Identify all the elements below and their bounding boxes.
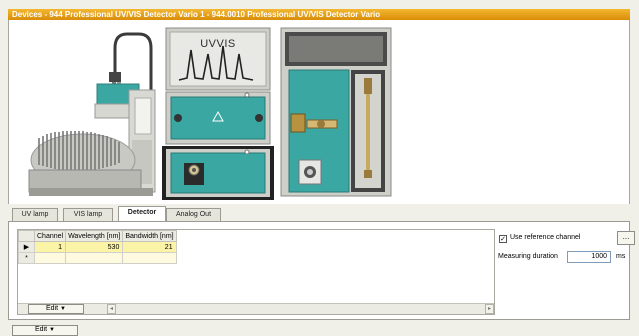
row-selector-new[interactable]: * [18,252,35,264]
table-header-row: Channel Wavelength [nm] Bandwidth [nm] [18,230,177,242]
table-row[interactable]: ▶ 1 530 21 [18,241,177,253]
cell-channel[interactable] [33,252,67,264]
cell-bandwidth[interactable]: 21 [122,241,177,253]
scroll-right-button[interactable]: ▸ [485,304,494,314]
column-header-bandwidth[interactable]: Bandwidth [nm] [122,230,177,242]
device-illustration [28,27,392,200]
use-reference-label: Use reference channel [510,234,581,241]
sample-changer [28,32,156,196]
column-header-wavelength[interactable]: Wavelength [nm] [65,230,124,242]
measuring-duration-label: Measuring duration [498,253,558,260]
cell-wavelength[interactable]: 530 [65,241,124,253]
row-selector-current[interactable]: ▶ [18,241,35,253]
dropdown-arrow-icon: ▼ [60,306,66,312]
tab-detector[interactable]: Detector [118,206,166,221]
tab-analog-out[interactable]: Analog Out [166,208,221,221]
channel-grid: Channel Wavelength [nm] Bandwidth [nm] ▶… [17,229,495,315]
measuring-duration-unit: ms [616,253,626,260]
uvvis-label: UVVIS [200,38,236,50]
detector-module [162,146,274,200]
column-header-channel[interactable]: Channel [33,230,67,242]
channel-table: Channel Wavelength [nm] Bandwidth [nm] ▶… [18,230,177,264]
footer-edit-label: Edit [34,326,48,333]
cell-channel[interactable]: 1 [33,241,67,253]
cell-wavelength[interactable] [65,252,124,264]
measuring-duration-input[interactable]: 1000 [567,251,611,263]
use-reference-checkbox[interactable]: ✓ [499,235,507,243]
grid-toolbar: Edit ▼ ◂ ▸ [18,303,494,314]
lamp-module [165,91,271,145]
flowcell-compartment [280,27,392,197]
device-canvas: UVVIS [8,20,630,204]
tab-uv-lamp[interactable]: UV lamp [12,208,58,221]
dropdown-arrow-icon: ▼ [49,327,55,333]
scroll-left-button[interactable]: ◂ [107,304,116,314]
row-header-corner [18,230,35,242]
more-options-button[interactable]: ... [617,231,635,245]
grid-edit-label: Edit [45,305,59,312]
table-row-new[interactable]: * [18,252,177,264]
tab-vis-lamp[interactable]: VIS lamp [63,208,113,221]
cell-bandwidth[interactable] [122,252,177,264]
footer-edit-button[interactable]: Edit ▼ [12,325,78,336]
grid-edit-button[interactable]: Edit ▼ [28,304,84,314]
window-title: Devices - 944 Professional UV/VIS Detect… [8,9,630,20]
